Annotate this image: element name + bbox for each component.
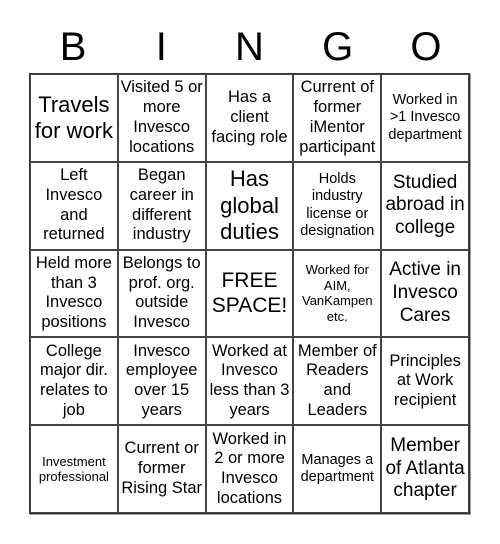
bingo-cell[interactable]: Left Invesco and returned [30, 161, 118, 250]
bingo-cell[interactable]: Principles at Work recipient [381, 337, 469, 426]
bingo-cell[interactable]: Worked in 2 or more Invesco locations [205, 425, 294, 513]
header-letter-o: O [410, 25, 442, 69]
bingo-cell[interactable]: Visited 5 or more Invesco locations [117, 74, 206, 162]
bingo-cell[interactable]: Belongs to prof. org. outside Invesco [117, 249, 206, 338]
bingo-header: B I N G O [29, 22, 470, 72]
header-letter-b: B [59, 25, 87, 69]
bingo-cell[interactable]: Holds industry license or designation [293, 161, 382, 250]
header-letter-i: I [155, 25, 167, 69]
bingo-cell[interactable]: Began career in different industry [117, 161, 206, 250]
bingo-cell[interactable]: Held more than 3 Invesco positions [30, 249, 118, 338]
header-letter-n: N [235, 25, 264, 69]
bingo-cell[interactable]: Studied abroad in college [381, 161, 469, 250]
bingo-cell[interactable]: Travels for work [30, 74, 118, 162]
bingo-cell[interactable]: Has a client facing role [205, 74, 294, 162]
bingo-card-grid: Travels for work Visited 5 or more Inves… [29, 73, 470, 514]
bingo-cell[interactable]: Worked at Invesco less than 3 years [205, 337, 294, 426]
free-space-cell[interactable]: FREE SPACE! [205, 249, 294, 338]
bingo-cell[interactable]: Worked in >1 Invesco department [381, 74, 469, 162]
bingo-cell[interactable]: Manages a department [293, 425, 382, 513]
bingo-cell[interactable]: Has global duties [205, 161, 294, 250]
bingo-cell[interactable]: Active in Invesco Cares [381, 249, 469, 338]
bingo-cell[interactable]: College major dir. relates to job [30, 337, 118, 426]
bingo-cell[interactable]: Current or former Rising Star [117, 425, 206, 513]
bingo-cell[interactable]: Member of Atlanta chapter [381, 425, 469, 513]
bingo-cell[interactable]: Current of former iMentor participant [293, 74, 382, 162]
bingo-cell[interactable]: Invesco employee over 15 years [117, 337, 206, 426]
bingo-cell[interactable]: Member of Readers and Leaders [293, 337, 382, 426]
bingo-cell[interactable]: Worked for AIM, VanKampen etc. [293, 249, 382, 338]
header-letter-g: G [322, 25, 354, 69]
bingo-cell[interactable]: Investment professional [30, 425, 118, 513]
